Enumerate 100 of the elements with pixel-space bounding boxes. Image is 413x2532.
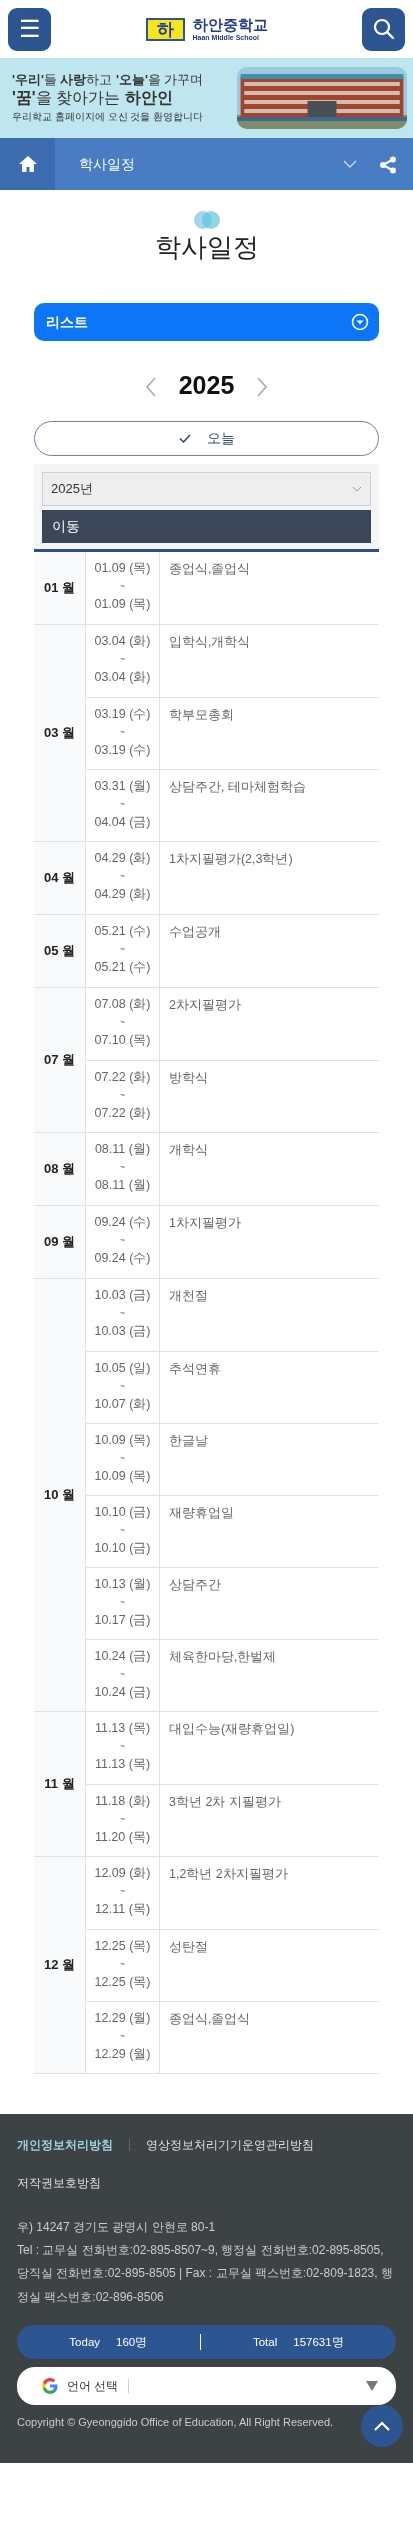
chevron-down-icon — [343, 160, 357, 168]
today-button[interactable]: 오늘 — [34, 420, 379, 456]
range-mark: ~ — [119, 1233, 126, 1247]
date-start: 10.05 (일) — [94, 1359, 151, 1377]
scroll-to-top-button[interactable] — [361, 2405, 403, 2448]
banner-text: '우리'들 사랑하고 '오늘'을 가꾸며 — [12, 71, 204, 89]
range-mark: ~ — [119, 725, 126, 739]
date-end: 12.25 (목) — [94, 1973, 151, 1991]
chevron-left-icon — [144, 376, 157, 397]
date-end: 09.24 (수) — [94, 1249, 151, 1267]
date-end: 07.22 (화) — [94, 1104, 151, 1122]
footer-contacts: Tel : 교무실 전화번호:02-895-8507~9, 행정실 전화번호:02-895-8505, 당직실 전화번호:02-895-8505 | Fax : 교무실 팩스번호:02-809-1823, 행정실 팩스번호:02-896-8506 — [17, 2242, 394, 2306]
date-end: 04.04 (금) — [94, 813, 151, 831]
footer-address: 우) 14247 경기도 광명시 안현로 80-1 — [17, 2218, 217, 2236]
event-title: 개학식 — [169, 1142, 208, 1157]
dropdown-icon — [351, 313, 369, 332]
date-start: 07.22 (화) — [94, 1068, 151, 1086]
home-button[interactable] — [0, 138, 55, 190]
date-end: 04.29 (화) — [94, 885, 151, 903]
banner-caption: 우리학교 홈페이지에 오신 것을 환영합니다 — [12, 110, 204, 124]
range-mark: ~ — [119, 1884, 126, 1898]
range-mark: ~ — [119, 1451, 126, 1465]
event-title: 수업공개 — [169, 924, 221, 939]
visitor-count: 157631명 — [293, 2334, 344, 2350]
date-end: 11.20 (목) — [94, 1828, 151, 1846]
year-select[interactable]: 2025년 — [42, 471, 371, 506]
range-mark: ~ — [119, 1306, 126, 1320]
range-mark: ~ — [119, 652, 126, 666]
share-icon — [379, 155, 397, 174]
date-start: 10.09 (목) — [94, 1431, 151, 1449]
month-cell: 09 월 — [34, 1205, 86, 1278]
move-button[interactable]: 이동 — [42, 509, 371, 543]
month-cell: 03 월 — [34, 624, 86, 841]
chevron-right-icon — [256, 376, 269, 397]
range-mark: ~ — [119, 1523, 126, 1537]
title-decoration-icon — [191, 210, 222, 230]
date-end: 01.09 (목) — [94, 595, 151, 613]
date-end: 10.03 (금) — [94, 1322, 151, 1340]
range-mark: ~ — [119, 942, 126, 956]
range-mark: ~ — [119, 579, 126, 593]
home-icon — [17, 155, 38, 173]
logo-mark[interactable]: 하 — [145, 17, 185, 41]
date-start: 12.09 (화) — [94, 1864, 151, 1882]
month-cell: 01 월 — [34, 551, 86, 624]
date-end: 03.19 (수) — [94, 741, 151, 759]
range-mark: ~ — [119, 1595, 126, 1609]
date-start: 09.24 (수) — [94, 1213, 151, 1231]
date-end: 10.24 (금) — [94, 1683, 151, 1701]
range-mark: ~ — [119, 1957, 126, 1971]
date-end: 05.21 (수) — [94, 958, 151, 976]
month-cell: 12 월 — [34, 1856, 86, 2073]
date-start: 12.29 (월) — [94, 2009, 151, 2027]
date-end: 07.10 (목) — [94, 1031, 151, 1049]
month-cell: 11 월 — [34, 1711, 86, 1856]
event-title: 종업식,졸업식 — [169, 2011, 251, 2026]
range-mark: ~ — [119, 797, 126, 811]
date-start: 10.03 (금) — [94, 1286, 151, 1304]
visitor-count: 160명 — [116, 2334, 148, 2350]
policy-link[interactable]: 영상정보처리기기운영관리방침 — [146, 2135, 314, 2154]
event-title: 추석연휴 — [169, 1361, 221, 1376]
view-toggle-button[interactable]: 리스트 — [34, 303, 379, 342]
event-title: 3학년 2차 지필평가 — [169, 1794, 281, 1809]
banner-text: '꿈'을 찾아가는 하안인 — [12, 88, 174, 109]
date-start: 03.04 (화) — [94, 632, 151, 650]
search-button[interactable] — [362, 7, 405, 51]
month-cell: 07 월 — [34, 987, 86, 1132]
date-end: 10.09 (목) — [94, 1467, 151, 1485]
range-mark: ~ — [119, 1667, 126, 1681]
range-mark: ~ — [119, 2029, 126, 2043]
date-start: 03.19 (수) — [94, 705, 151, 723]
event-title: 1차지필평가(2,3학년) — [169, 851, 293, 866]
date-start: 03.31 (월) — [94, 777, 151, 795]
menu-button[interactable]: ☰ — [8, 7, 51, 51]
month-cell: 08 월 — [34, 1132, 86, 1205]
event-title: 개천절 — [169, 1288, 208, 1303]
search-icon — [371, 17, 396, 41]
date-start: 05.21 (수) — [94, 922, 151, 940]
date-start: 10.10 (금) — [94, 1503, 151, 1521]
event-title: 체육한마당,한벌제 — [169, 1649, 277, 1664]
range-mark: ~ — [119, 1379, 126, 1393]
date-start: 10.24 (금) — [94, 1647, 151, 1665]
event-title: 입학식,개학식 — [169, 634, 251, 649]
date-end: 08.11 (월) — [94, 1176, 151, 1194]
date-start: 08.11 (월) — [94, 1140, 151, 1158]
date-start: 10.13 (월) — [94, 1575, 151, 1593]
school-name[interactable]: 하안중학교 — [192, 17, 268, 34]
chevron-down-icon — [352, 485, 362, 492]
page-title: 학사일정 — [154, 232, 259, 262]
event-title: 상담주간 — [169, 1577, 221, 1592]
policy-link[interactable]: 저작권보호방침 — [17, 2173, 101, 2192]
date-start: 01.09 (목) — [94, 559, 151, 577]
event-title: 한글날 — [169, 1433, 208, 1448]
event-title: 대입수능(재량휴업일) — [169, 1721, 295, 1736]
event-title: 재량휴업일 — [169, 1505, 234, 1520]
event-title: 종업식,졸업식 — [169, 561, 251, 576]
range-mark: ~ — [119, 1015, 126, 1029]
policy-link[interactable]: 개인정보처리방침 — [17, 2135, 113, 2154]
month-cell: 05 월 — [34, 914, 86, 987]
date-start: 11.18 (화) — [94, 1792, 151, 1810]
language-select[interactable]: 언어 선택 — [17, 2367, 396, 2406]
